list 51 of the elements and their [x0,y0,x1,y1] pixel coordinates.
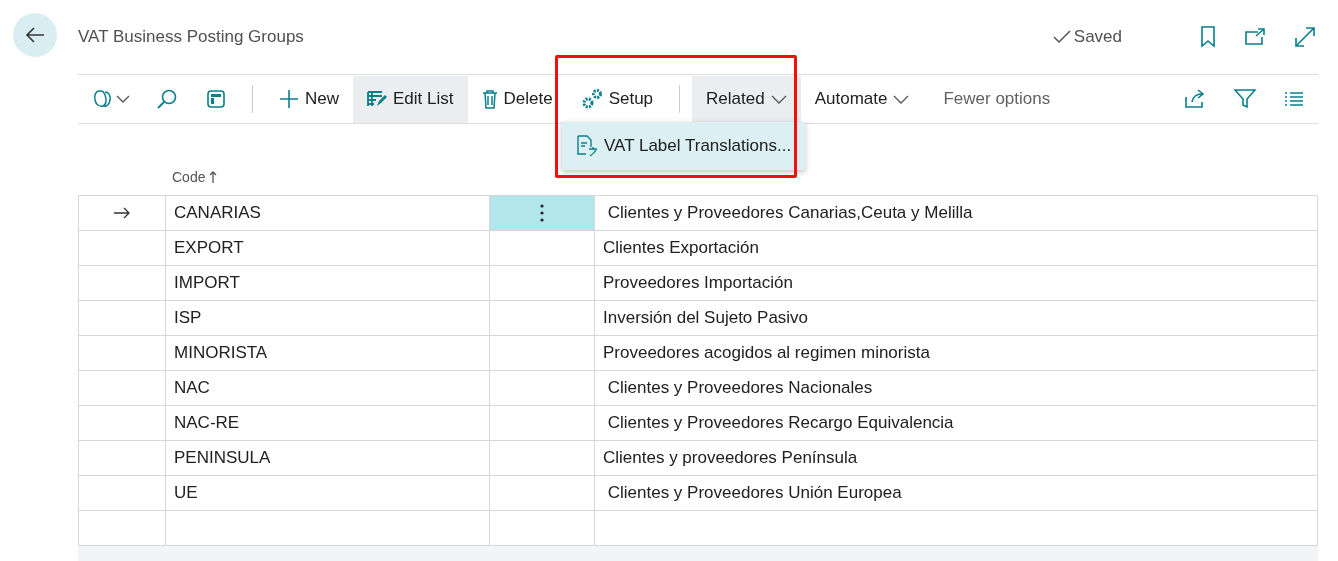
table-cell-text: Clientes y Proveedores Unión Europea [606,483,902,503]
table-cell-text: Clientes y Proveedores Recargo Equivalencia [606,413,954,433]
fewer-options-button[interactable]: Fewer options [929,75,1065,123]
bookmark-icon[interactable] [1200,26,1216,48]
table-cell: UE [174,483,198,503]
menu-button[interactable]: Related [692,75,801,123]
table-cell-text: Clientes y Proveedores Canarias,Ceuta y Melilla [606,203,973,223]
menu-item[interactable]: VAT Label Translations... [562,122,806,170]
copilot-icon [92,89,114,109]
table-cell: MINORISTA [174,343,268,363]
table-cell: CANARIAS [174,203,261,223]
more-options-icon[interactable] [540,204,544,222]
table-cell: Clientes Exportación [603,238,759,258]
page-title: VAT Business Posting Groups [78,27,304,47]
chevron-down-icon [893,94,910,104]
back-button[interactable] [13,13,57,57]
table-cell: PENINSULA [174,448,271,468]
menu-button[interactable]: Automate [800,75,924,123]
chevron-down-icon [770,94,787,104]
list-view-icon[interactable] [1284,91,1304,107]
table-cell: IMPORT [174,273,240,293]
translate-document-icon [576,135,598,157]
filter-icon[interactable] [1234,89,1256,109]
share-icon[interactable] [1184,89,1206,109]
layout-icon[interactable] [206,89,226,109]
table-cell: Clientes y proveedores Península [603,448,858,468]
table-cell: Inversión del Sujeto Pasivo [603,308,809,328]
table-cell: Proveedores Importación [603,273,793,293]
sort-ascending-icon [209,170,218,183]
table-cell: NAC [174,378,210,398]
toolbar-button[interactable]: New [265,75,353,123]
edit-list-icon [367,90,387,108]
chevron-down-icon [116,94,130,104]
column-header[interactable]: Code [172,168,206,185]
open-new-window-icon[interactable] [1244,28,1266,46]
expand-icon[interactable] [1294,26,1316,48]
table-cell: ISP [174,308,202,328]
table-cell: NAC-RE [174,413,240,433]
table-cell: EXPORT [174,238,244,258]
toolbar-button[interactable]: Delete [467,75,567,123]
table-cell-text: Clientes y Proveedores Nacionales [606,378,873,398]
toolbar-button[interactable]: Setup [566,75,668,123]
saved-status: Saved [1073,27,1122,47]
current-row-arrow-icon [113,207,131,219]
gears-icon [580,88,603,110]
search-icon[interactable] [156,88,178,110]
table-cell: Proveedores acogidos al regimen minorista [603,343,930,363]
checkmark-icon [1051,29,1072,45]
trash-icon [481,89,498,109]
plus-icon [279,89,299,109]
toolbar-button[interactable]: Edit List [353,75,468,123]
